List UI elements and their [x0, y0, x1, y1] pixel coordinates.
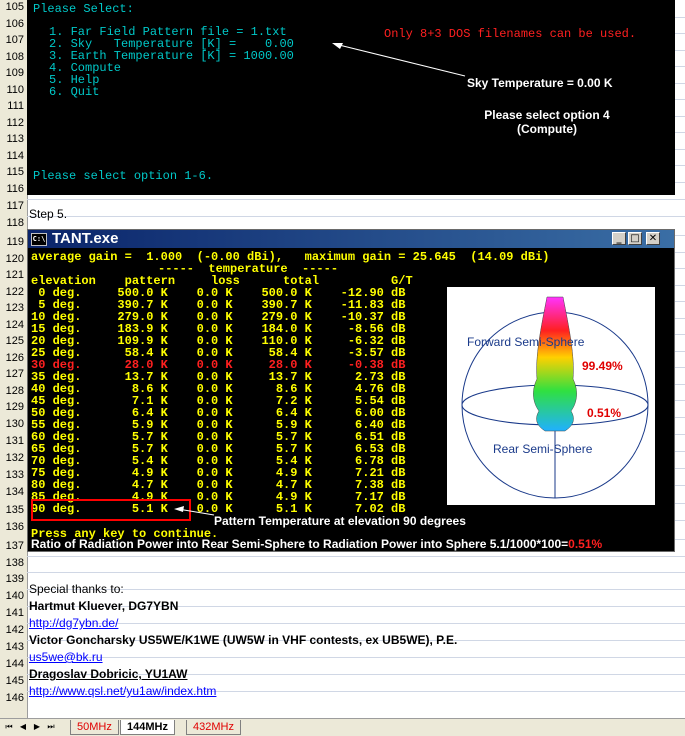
- row-header[interactable]: 113: [0, 133, 27, 145]
- row-header[interactable]: 144: [0, 658, 27, 670]
- row-header[interactable]: 134: [0, 486, 27, 498]
- row-header[interactable]: 140: [0, 590, 27, 602]
- next-sheet-icon[interactable]: ▶: [32, 722, 42, 732]
- row-header[interactable]: 111: [0, 100, 27, 112]
- row-gridline: [27, 199, 685, 200]
- row-header[interactable]: 145: [0, 675, 27, 687]
- console-icon: C:\: [31, 233, 47, 246]
- forward-percent: 99.49%: [582, 359, 623, 373]
- first-sheet-icon[interactable]: ⏮: [4, 722, 14, 732]
- sheet-tab-50mhz[interactable]: 50MHz: [70, 720, 119, 735]
- credit-name-3: Dragoslav Dobricic, YU1AW: [29, 667, 188, 681]
- tant-window: C:\ TANT.exe _ □ ✕ average gain = 1.000 …: [27, 229, 675, 552]
- row-header[interactable]: 105: [0, 1, 27, 13]
- sphere-diagram: Forward Semi-Sphere 99.49% 0.51% Rear Se…: [447, 287, 655, 505]
- row-header[interactable]: 133: [0, 469, 27, 481]
- pattern-temp-callout: Pattern Temperature at elevation 90 degr…: [214, 514, 466, 528]
- row-header[interactable]: 135: [0, 504, 27, 516]
- row-header[interactable]: 132: [0, 452, 27, 464]
- rear-sphere-label: Rear Semi-Sphere: [493, 442, 593, 456]
- row-header[interactable]: 120: [0, 253, 27, 265]
- row-header[interactable]: 141: [0, 607, 27, 619]
- select-callout-line1: Please select option 4: [484, 108, 610, 122]
- last-sheet-icon[interactable]: ⏭: [46, 722, 56, 732]
- row-header[interactable]: 131: [0, 435, 27, 447]
- sky-temp-callout: Sky Temperature = 0.00 K: [467, 76, 613, 90]
- window-title: TANT.exe: [52, 230, 119, 247]
- sheet-tab-144mhz[interactable]: 144MHz: [120, 720, 175, 735]
- row-header[interactable]: 115: [0, 166, 27, 178]
- row-header[interactable]: 129: [0, 401, 27, 413]
- select-option-callout: Please select option 4 (Compute): [447, 108, 647, 136]
- radiation-pattern-svg: Forward Semi-Sphere 99.49% 0.51% Rear Se…: [461, 296, 649, 499]
- row-header[interactable]: 114: [0, 150, 27, 162]
- credit-name-1: Hartmut Kluever, DG7YBN: [29, 599, 179, 613]
- credit-name-2: Victor Goncharsky US5WE/K1WE (UW5W in VH…: [29, 633, 458, 647]
- credit-link-1[interactable]: http://dg7ybn.de/: [29, 615, 118, 631]
- row-header[interactable]: 139: [0, 573, 27, 585]
- row-header[interactable]: 137: [0, 540, 27, 552]
- credit-link-3[interactable]: http://www.qsl.net/yu1aw/index.htm: [29, 683, 216, 699]
- row-header[interactable]: 119: [0, 236, 27, 248]
- row-header[interactable]: 142: [0, 624, 27, 636]
- row-header[interactable]: 127: [0, 368, 27, 380]
- row-gridline: [27, 589, 685, 590]
- row-header[interactable]: 110: [0, 84, 27, 96]
- row-gridline: [27, 556, 685, 557]
- row-header[interactable]: 121: [0, 269, 27, 281]
- row-header[interactable]: 107: [0, 34, 27, 46]
- row-gridline: [27, 657, 685, 658]
- row-header[interactable]: 109: [0, 67, 27, 79]
- row-header[interactable]: 106: [0, 18, 27, 30]
- row-header[interactable]: 146: [0, 692, 27, 704]
- row-header[interactable]: 128: [0, 385, 27, 397]
- sheet-tab-bar: ⏮ ◀ ▶ ⏭ 50MHz 144MHz 432MHz: [0, 718, 685, 736]
- step5-label: Step 5.: [29, 207, 68, 221]
- rear-percent: 0.51%: [587, 406, 621, 420]
- minimize-button[interactable]: _: [612, 232, 626, 245]
- row-header[interactable]: 112: [0, 117, 27, 129]
- row-header[interactable]: 123: [0, 302, 27, 314]
- row-header[interactable]: 125: [0, 335, 27, 347]
- row-header[interactable]: 118: [0, 217, 27, 229]
- row-header[interactable]: 130: [0, 418, 27, 430]
- row-gridline: [27, 623, 685, 624]
- row-header[interactable]: 138: [0, 557, 27, 569]
- row-header[interactable]: 108: [0, 51, 27, 63]
- select-callout-line2: (Compute): [517, 122, 577, 136]
- row-header[interactable]: 126: [0, 352, 27, 364]
- sheet-tab-432mhz[interactable]: 432MHz: [186, 720, 241, 735]
- row-header[interactable]: 124: [0, 319, 27, 331]
- credit-link-2[interactable]: us5we@bk.ru: [29, 649, 103, 665]
- row-gridline: [27, 572, 685, 573]
- row-header[interactable]: 117: [0, 200, 27, 212]
- dos-menu-screenshot: Please Select: 1. Far Field Pattern file…: [27, 0, 675, 195]
- maximize-button[interactable]: □: [628, 232, 642, 245]
- close-button[interactable]: ✕: [646, 232, 660, 245]
- thanks-label: Special thanks to:: [29, 582, 124, 596]
- forward-sphere-label: Forward Semi-Sphere: [467, 335, 585, 349]
- row-header[interactable]: 136: [0, 521, 27, 533]
- row-header[interactable]: 143: [0, 641, 27, 653]
- tant-titlebar[interactable]: C:\ TANT.exe _ □ ✕: [28, 230, 674, 248]
- tant-console: average gain = 1.000 (-0.00 dBi), maximu…: [28, 248, 674, 551]
- row-gridline: [27, 216, 685, 217]
- row-headers: 105 106 107 108 109 110 111 112 113 114 115 116 117 1…: [0, 0, 28, 718]
- row-header[interactable]: 122: [0, 286, 27, 298]
- sky-temp-arrow: [332, 43, 466, 77]
- prev-sheet-icon[interactable]: ◀: [18, 722, 28, 732]
- row-header[interactable]: 116: [0, 183, 27, 195]
